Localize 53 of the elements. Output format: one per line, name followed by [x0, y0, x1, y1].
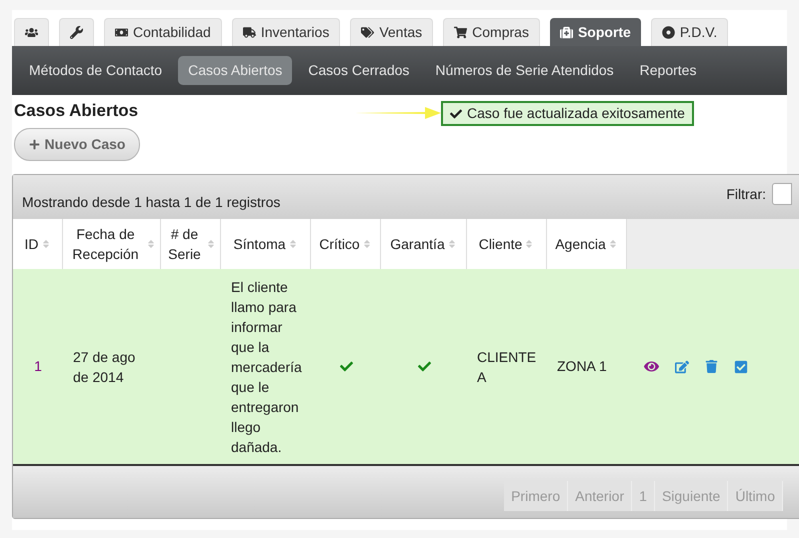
- sort-icon: [608, 239, 618, 249]
- edit-icon[interactable]: [675, 360, 689, 374]
- module-tab[interactable]: [14, 18, 49, 46]
- table-cell-text: ZONA 1: [556, 357, 608, 376]
- target-icon: [662, 26, 675, 39]
- checkbox-icon[interactable]: [734, 360, 748, 374]
- column-header[interactable]: Cliente: [467, 219, 547, 269]
- truck-icon: [242, 26, 256, 39]
- users-icon: [25, 26, 38, 39]
- module-tab[interactable]: Soporte: [550, 18, 641, 46]
- sort-icon: [146, 239, 156, 249]
- medkit-icon: [560, 26, 573, 38]
- filter-label: Filtrar:: [726, 184, 766, 204]
- sub-navigation-link[interactable]: Casos Cerrados: [298, 56, 420, 85]
- module-tab[interactable]: Ventas: [350, 18, 434, 46]
- column-header[interactable]: Crítico: [311, 219, 381, 269]
- sub-navigation-link[interactable]: Métodos de Contacto: [19, 56, 172, 85]
- wrench-icon: [70, 26, 83, 39]
- view-icon[interactable]: [644, 359, 659, 374]
- column-header[interactable]: Agencia: [547, 219, 627, 269]
- banknote-icon: [115, 26, 128, 39]
- module-tab[interactable]: P.D.V.: [650, 18, 728, 46]
- sort-icon: [446, 239, 457, 249]
- table-cell-text: El cliente llamo para informar que la mercadería que le entregaron llego dañada.: [230, 278, 303, 456]
- new-case-button[interactable]: Nuevo Caso: [14, 128, 140, 161]
- column-header[interactable]: Fecha de Recepción: [63, 219, 161, 269]
- table-cell-text: CLIENTE A: [476, 348, 538, 386]
- cart-icon: [454, 26, 468, 39]
- success-alert: Caso fue actualizada exitosamente: [441, 101, 694, 126]
- tags-icon: [361, 26, 374, 39]
- delete-icon[interactable]: [705, 360, 718, 373]
- filter-field[interactable]: [772, 183, 792, 205]
- column-header[interactable]: # de Serie: [161, 219, 221, 269]
- sort-icon: [524, 239, 534, 249]
- sort-icon: [206, 239, 216, 249]
- module-tab[interactable]: [59, 18, 94, 46]
- records-info: Mostrando desde 1 hasta 1 de 1 registros: [22, 193, 280, 212]
- page-title: Casos Abiertos: [14, 101, 140, 121]
- sort-icon: [288, 239, 298, 249]
- check-icon: [450, 108, 462, 120]
- sort-icon: [362, 239, 372, 249]
- sort-icon: [40, 239, 50, 249]
- column-header[interactable]: ID: [13, 219, 63, 269]
- module-tab[interactable]: Inventarios: [232, 18, 340, 46]
- table-cell-text: 1: [33, 357, 43, 376]
- sub-navigation-link[interactable]: Reportes: [630, 56, 706, 85]
- module-tab[interactable]: Contabilidad: [104, 18, 222, 46]
- sub-navigation-link[interactable]: Números de Serie Atendidos: [425, 56, 624, 85]
- plus-icon: [28, 139, 40, 150]
- column-header[interactable]: Síntoma: [221, 219, 311, 269]
- column-header[interactable]: Garantía: [381, 219, 467, 269]
- table-cell-text: 27 de ago de 2014: [72, 348, 136, 386]
- module-tab[interactable]: Compras: [443, 18, 540, 46]
